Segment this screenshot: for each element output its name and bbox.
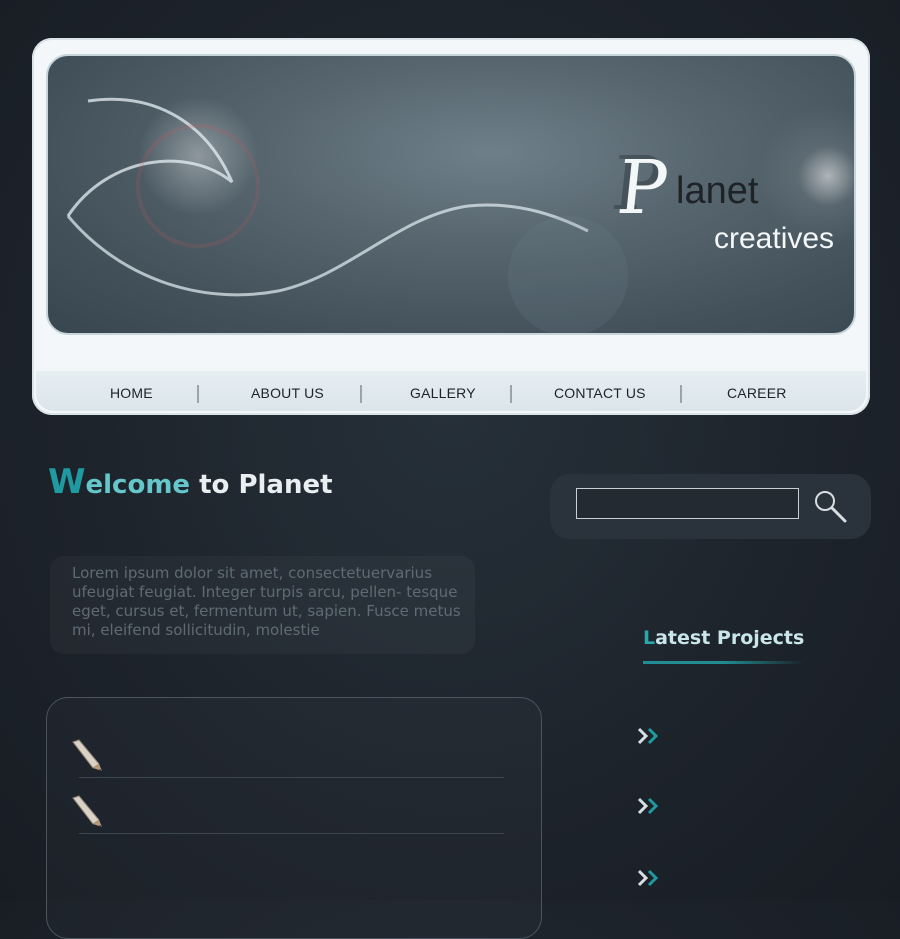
nav-gallery[interactable]: GALLERY xyxy=(410,385,476,401)
pencil-icon xyxy=(72,739,102,771)
nav-divider xyxy=(360,385,362,403)
site-logo[interactable]: P lanet xyxy=(613,145,798,231)
header-banner: P lanet creatives xyxy=(46,54,856,335)
nav-about-us[interactable]: ABOUT US xyxy=(251,385,324,401)
nav-career[interactable]: CAREER xyxy=(727,385,787,401)
latest-projects-heading: Latest Projects xyxy=(643,627,804,649)
double-chevron-right-icon[interactable] xyxy=(637,869,663,887)
header-frame: P lanet creatives HOME ABOUT US GALLERY … xyxy=(32,38,870,415)
nav-home[interactable]: HOME xyxy=(110,385,153,401)
panel-divider xyxy=(79,833,504,834)
latest-first-letter: L xyxy=(643,627,656,649)
nav-contact-us[interactable]: CONTACT US xyxy=(554,385,646,401)
latest-rest: atest Projects xyxy=(655,627,805,649)
welcome-rest: to Planet xyxy=(190,470,333,500)
search-input[interactable] xyxy=(576,488,799,519)
welcome-heading: Welcome to Planet xyxy=(48,462,333,502)
double-chevron-right-icon[interactable] xyxy=(637,727,663,745)
logo-subtitle: creatives xyxy=(714,222,835,255)
content-panel xyxy=(46,697,542,939)
search-icon[interactable] xyxy=(812,488,848,524)
intro-box: Lorem ipsum dolor sit amet, consectetuer… xyxy=(50,556,475,654)
nav-divider xyxy=(510,385,512,403)
nav-divider xyxy=(197,385,199,403)
pencil-icon xyxy=(72,795,102,827)
welcome-highlight: elcome xyxy=(85,470,191,500)
panel-divider xyxy=(79,777,504,778)
nav-divider xyxy=(680,385,682,403)
double-chevron-right-icon[interactable] xyxy=(637,797,663,815)
welcome-first-letter: W xyxy=(48,462,86,502)
main-navigation: HOME ABOUT US GALLERY CONTACT US CAREER xyxy=(36,371,866,411)
intro-text: Lorem ipsum dolor sit amet, consectetuer… xyxy=(72,564,461,639)
logo-letter: P xyxy=(613,145,673,231)
logo-word: lanet xyxy=(676,170,759,212)
search-box xyxy=(550,474,871,539)
latest-projects-underline xyxy=(643,661,803,664)
